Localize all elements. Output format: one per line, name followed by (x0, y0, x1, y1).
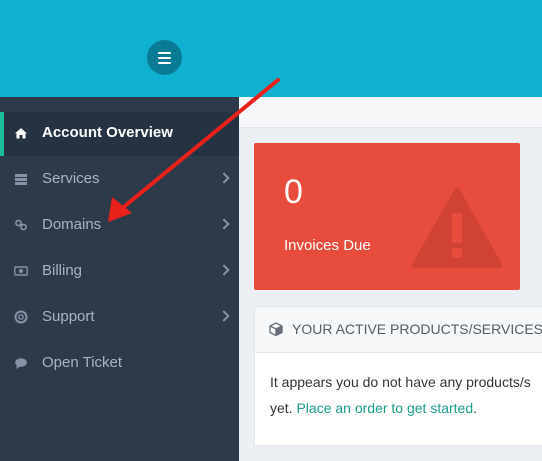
message-line-1: It appears you do not have any products/… (270, 374, 531, 390)
link-icon (15, 219, 27, 231)
menu-toggle-button[interactable] (147, 40, 182, 75)
invoices-due-tile[interactable]: 0 Invoices Due (254, 143, 520, 290)
panel-header: YOUR ACTIVE PRODUCTS/SERVICES (255, 307, 542, 353)
no-products-message: It appears you do not have any products/… (270, 369, 542, 421)
sidebar-item-label: Services (42, 170, 100, 187)
sidebar: Account Overview Services Domains Billin… (0, 97, 239, 461)
lifebuoy-icon (14, 310, 28, 324)
content-header-strip (239, 97, 542, 128)
cube-icon (269, 322, 283, 336)
sidebar-item-label: Open Ticket (42, 354, 123, 371)
place-order-link[interactable]: Place an order to get started (296, 400, 473, 416)
sidebar-item-domains[interactable]: Domains (0, 204, 239, 248)
panel-title: YOUR ACTIVE PRODUCTS/SERVICES (292, 321, 542, 337)
message-suffix: . (473, 400, 478, 416)
sidebar-item-label: Support (42, 308, 95, 325)
sidebar-item-support[interactable]: Support (0, 296, 239, 340)
sidebar-item-services[interactable]: Services (0, 158, 239, 202)
sidebar-item-label: Billing (42, 262, 83, 279)
sidebar-item-billing[interactable]: Billing (0, 250, 239, 294)
money-icon (14, 266, 28, 276)
server-icon (15, 174, 27, 185)
warning-icon (412, 188, 502, 268)
top-header (0, 0, 542, 97)
comment-icon (15, 358, 27, 369)
hamburger-icon-bar (158, 62, 171, 64)
message-prefix: yet. (270, 400, 293, 416)
chevron-right-icon (218, 218, 230, 230)
sidebar-item-open-ticket[interactable]: Open Ticket (0, 342, 239, 386)
active-products-panel: YOUR ACTIVE PRODUCTS/SERVICES It appears… (254, 306, 542, 446)
sidebar-item-account-overview[interactable]: Account Overview (0, 112, 239, 156)
hamburger-icon (158, 52, 171, 54)
hamburger-icon-bar (158, 57, 171, 59)
invoices-due-label: Invoices Due (284, 237, 371, 254)
sidebar-item-label: Account Overview (42, 124, 173, 141)
home-icon (15, 128, 27, 139)
chevron-right-icon (218, 264, 230, 276)
invoices-due-count: 0 (284, 173, 303, 211)
chevron-right-icon (218, 310, 230, 322)
chevron-right-icon (218, 172, 230, 184)
sidebar-item-label: Domains (42, 216, 102, 233)
